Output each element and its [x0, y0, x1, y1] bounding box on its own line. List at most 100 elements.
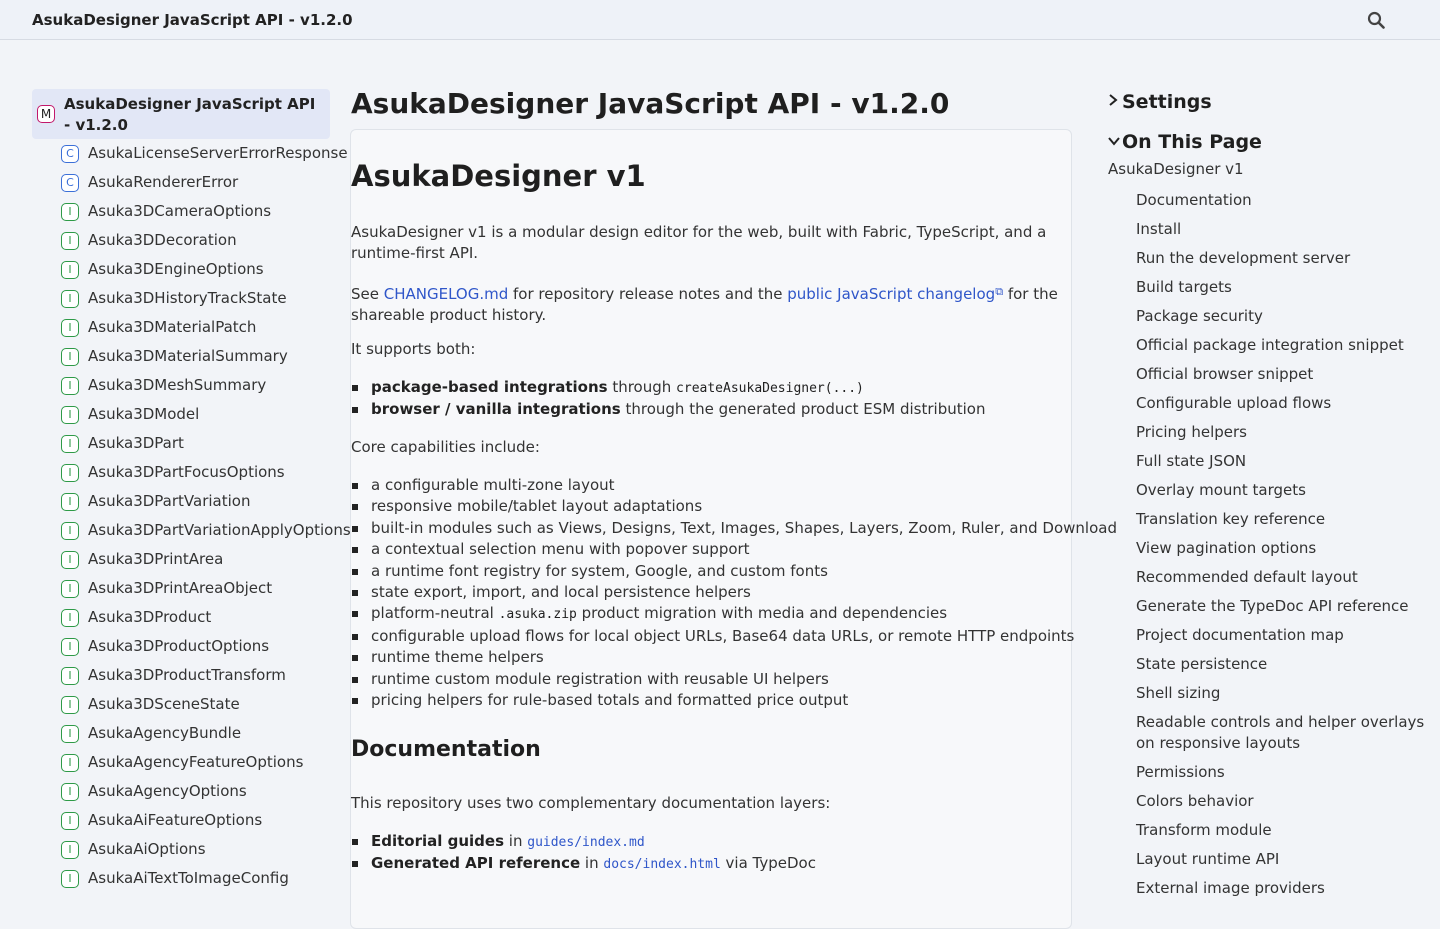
supports-2-text: through the generated product ESM distri… [620, 400, 986, 419]
list-item: Generated API reference in docs/index.ht… [351, 853, 1066, 875]
toc-link[interactable]: Readable controls and helper overlays on… [1136, 708, 1426, 758]
docs-index-link[interactable]: docs/index.html [603, 857, 720, 872]
sidebar-item[interactable]: C AsukaLicenseServerErrorResponse [32, 139, 348, 168]
toc-list: Documentation Install Run the development … [1136, 186, 1426, 903]
sidebar-item[interactable]: I Asuka3DPartVariation [32, 487, 336, 516]
toc-link[interactable]: View pagination options [1136, 534, 1426, 563]
documentation-intro: This repository uses two complementary d… [351, 794, 831, 812]
sidebar-item[interactable]: I Asuka3DPrintAreaObject [32, 574, 336, 603]
sidebar-item-label: AsukaAgencyOptions [88, 782, 247, 800]
toc-link[interactable]: Transform module [1136, 816, 1426, 845]
intro-paragraph: AsukaDesigner v1 is a modular design edi… [351, 223, 1047, 262]
sidebar-item[interactable]: I AsukaAgencyBundle [32, 719, 336, 748]
sidebar-item[interactable]: I Asuka3DProductOptions [32, 632, 336, 661]
list-item: Editorial guides in guides/index.md [351, 831, 1066, 853]
sidebar-item[interactable]: I Asuka3DEngineOptions [32, 255, 336, 284]
sidebar-item-label: AsukaAgencyBundle [88, 724, 242, 742]
sidebar-item[interactable]: I Asuka3DPartFocusOptions [32, 458, 336, 487]
sidebar-item-label: Asuka3DPartVariation [88, 492, 251, 510]
sidebar-item[interactable]: I Asuka3DProductTransform [32, 661, 336, 690]
sidebar-item[interactable]: I Asuka3DMeshSummary [32, 371, 336, 400]
sidebar-item-label: Asuka3DProductTransform [88, 666, 286, 684]
list-item: package-based integrations through creat… [351, 377, 1066, 399]
sidebar-item[interactable]: I AsukaAiOptions [32, 835, 336, 864]
toc-link[interactable]: Colors behavior [1136, 787, 1426, 816]
sidebar-nav: M AsukaDesigner JavaScript API - v1.2.0 … [32, 89, 351, 893]
sidebar-item-label: Asuka3DProduct [88, 608, 212, 626]
sidebar-item[interactable]: I Asuka3DCameraOptions [32, 197, 336, 226]
sidebar-item[interactable]: I AsukaAgencyOptions [32, 777, 336, 806]
toc-link[interactable]: Official browser snippet [1136, 360, 1426, 389]
sidebar-item[interactable]: I AsukaAgencyFeatureOptions [32, 748, 336, 777]
sidebar-item-label: AsukaLicenseServerErrorResponse [88, 144, 348, 162]
sidebar-item-label: Asuka3DPrintArea [88, 550, 224, 568]
toc-link[interactable]: Pricing helpers [1136, 418, 1426, 447]
sidebar-item[interactable]: I Asuka3DDecoration [32, 226, 336, 255]
readme-content: AsukaDesigner v1 AsukaDesigner v1 is a m… [350, 129, 1117, 929]
toc-link[interactable]: Install [1136, 215, 1426, 244]
site-title[interactable]: AsukaDesigner JavaScript API - v1.2.0 [32, 0, 353, 40]
toc-link[interactable]: Official package integration snippet [1136, 331, 1426, 360]
sidebar-module-item[interactable]: M AsukaDesigner JavaScript API - v1.2.0 [32, 89, 330, 139]
public-changelog-link-text: public JavaScript changelog [787, 285, 996, 303]
toolbar: AsukaDesigner JavaScript API - v1.2.0 [0, 0, 1440, 40]
toc-link[interactable]: Configurable upload flows [1136, 389, 1426, 418]
interface-icon: I [61, 522, 79, 540]
sidebar-item[interactable]: I Asuka3DPrintArea [32, 545, 336, 574]
sidebar-item-label: Asuka3DMeshSummary [88, 376, 267, 394]
toc-link[interactable]: Shell sizing [1136, 679, 1426, 708]
interface-icon: I [61, 261, 79, 279]
external-link-icon: ⧉ [995, 285, 1004, 298]
search-button[interactable] [1364, 8, 1388, 32]
interface-icon: I [61, 435, 79, 453]
sidebar-item[interactable]: I Asuka3DSceneState [32, 690, 336, 719]
sidebar-item-label: Asuka3DHistoryTrackState [88, 289, 287, 307]
list-item: platform-neutral .asuka.zip product migr… [351, 603, 1066, 625]
toc-link[interactable]: Documentation [1136, 186, 1426, 215]
on-this-page-toggle[interactable]: On This Page [1108, 128, 1262, 156]
sidebar-item[interactable]: I Asuka3DMaterialSummary [32, 342, 336, 371]
toc-link-top[interactable]: AsukaDesigner v1 [1108, 158, 1244, 180]
guides-index-link[interactable]: guides/index.md [527, 835, 644, 850]
list-item: runtime theme helpers [351, 647, 1066, 668]
sidebar-item[interactable]: I Asuka3DHistoryTrackState [32, 284, 336, 313]
sidebar-item[interactable]: I AsukaAiTextToImageConfig [32, 864, 336, 893]
sidebar-item-label: Asuka3DMaterialPatch [88, 318, 257, 336]
sidebar-item[interactable]: C AsukaRendererError [32, 168, 336, 197]
public-changelog-link[interactable]: public JavaScript changelog⧉ [787, 285, 1003, 303]
supports-intro: It supports both: [351, 340, 476, 358]
toc-link[interactable]: State persistence [1136, 650, 1426, 679]
changelog-link[interactable]: CHANGELOG.md [384, 285, 509, 303]
toc-link[interactable]: Layout runtime API [1136, 845, 1426, 874]
see-middle: for repository release notes and the [508, 285, 788, 303]
toc-link[interactable]: Generate the TypeDoc API reference [1136, 592, 1426, 621]
toc-link[interactable]: Overlay mount targets [1136, 476, 1426, 505]
supports-2-bold: browser / vanilla integrations [371, 400, 621, 419]
interface-icon: I [61, 696, 79, 714]
list-item: state export, import, and local persiste… [351, 582, 1066, 603]
sidebar-item[interactable]: I AsukaAiFeatureOptions [32, 806, 336, 835]
supports-1-code: createAsukaDesigner(...) [676, 381, 864, 396]
settings-toggle[interactable]: Settings [1108, 88, 1212, 116]
interface-icon: I [61, 783, 79, 801]
interface-icon: I [61, 203, 79, 221]
toc-link[interactable]: Build targets [1136, 273, 1426, 302]
interface-icon: I [61, 493, 79, 511]
toc-link[interactable]: Recommended default layout [1136, 563, 1426, 592]
toc-link[interactable]: Translation key reference [1136, 505, 1426, 534]
toc-link[interactable]: Project documentation map [1136, 621, 1426, 650]
interface-icon: I [61, 551, 79, 569]
toc-link[interactable]: External image providers [1136, 874, 1426, 903]
page-title: AsukaDesigner JavaScript API - v1.2.0 [351, 87, 950, 120]
sidebar-item[interactable]: I Asuka3DPart [32, 429, 336, 458]
toc-link[interactable]: Run the development server [1136, 244, 1426, 273]
sidebar-item[interactable]: I Asuka3DMaterialPatch [32, 313, 336, 342]
sidebar-item[interactable]: I Asuka3DModel [32, 400, 336, 429]
toc-link[interactable]: Permissions [1136, 758, 1426, 787]
sidebar-item-label: Asuka3DPartVariationApplyOptions [88, 521, 351, 539]
toc-link[interactable]: Package security [1136, 302, 1426, 331]
toc-link[interactable]: Full state JSON [1136, 447, 1426, 476]
sidebar-item[interactable]: I Asuka3DProduct [32, 603, 336, 632]
interface-icon: I [61, 580, 79, 598]
sidebar-item[interactable]: I Asuka3DPartVariationApplyOptions [32, 516, 351, 545]
